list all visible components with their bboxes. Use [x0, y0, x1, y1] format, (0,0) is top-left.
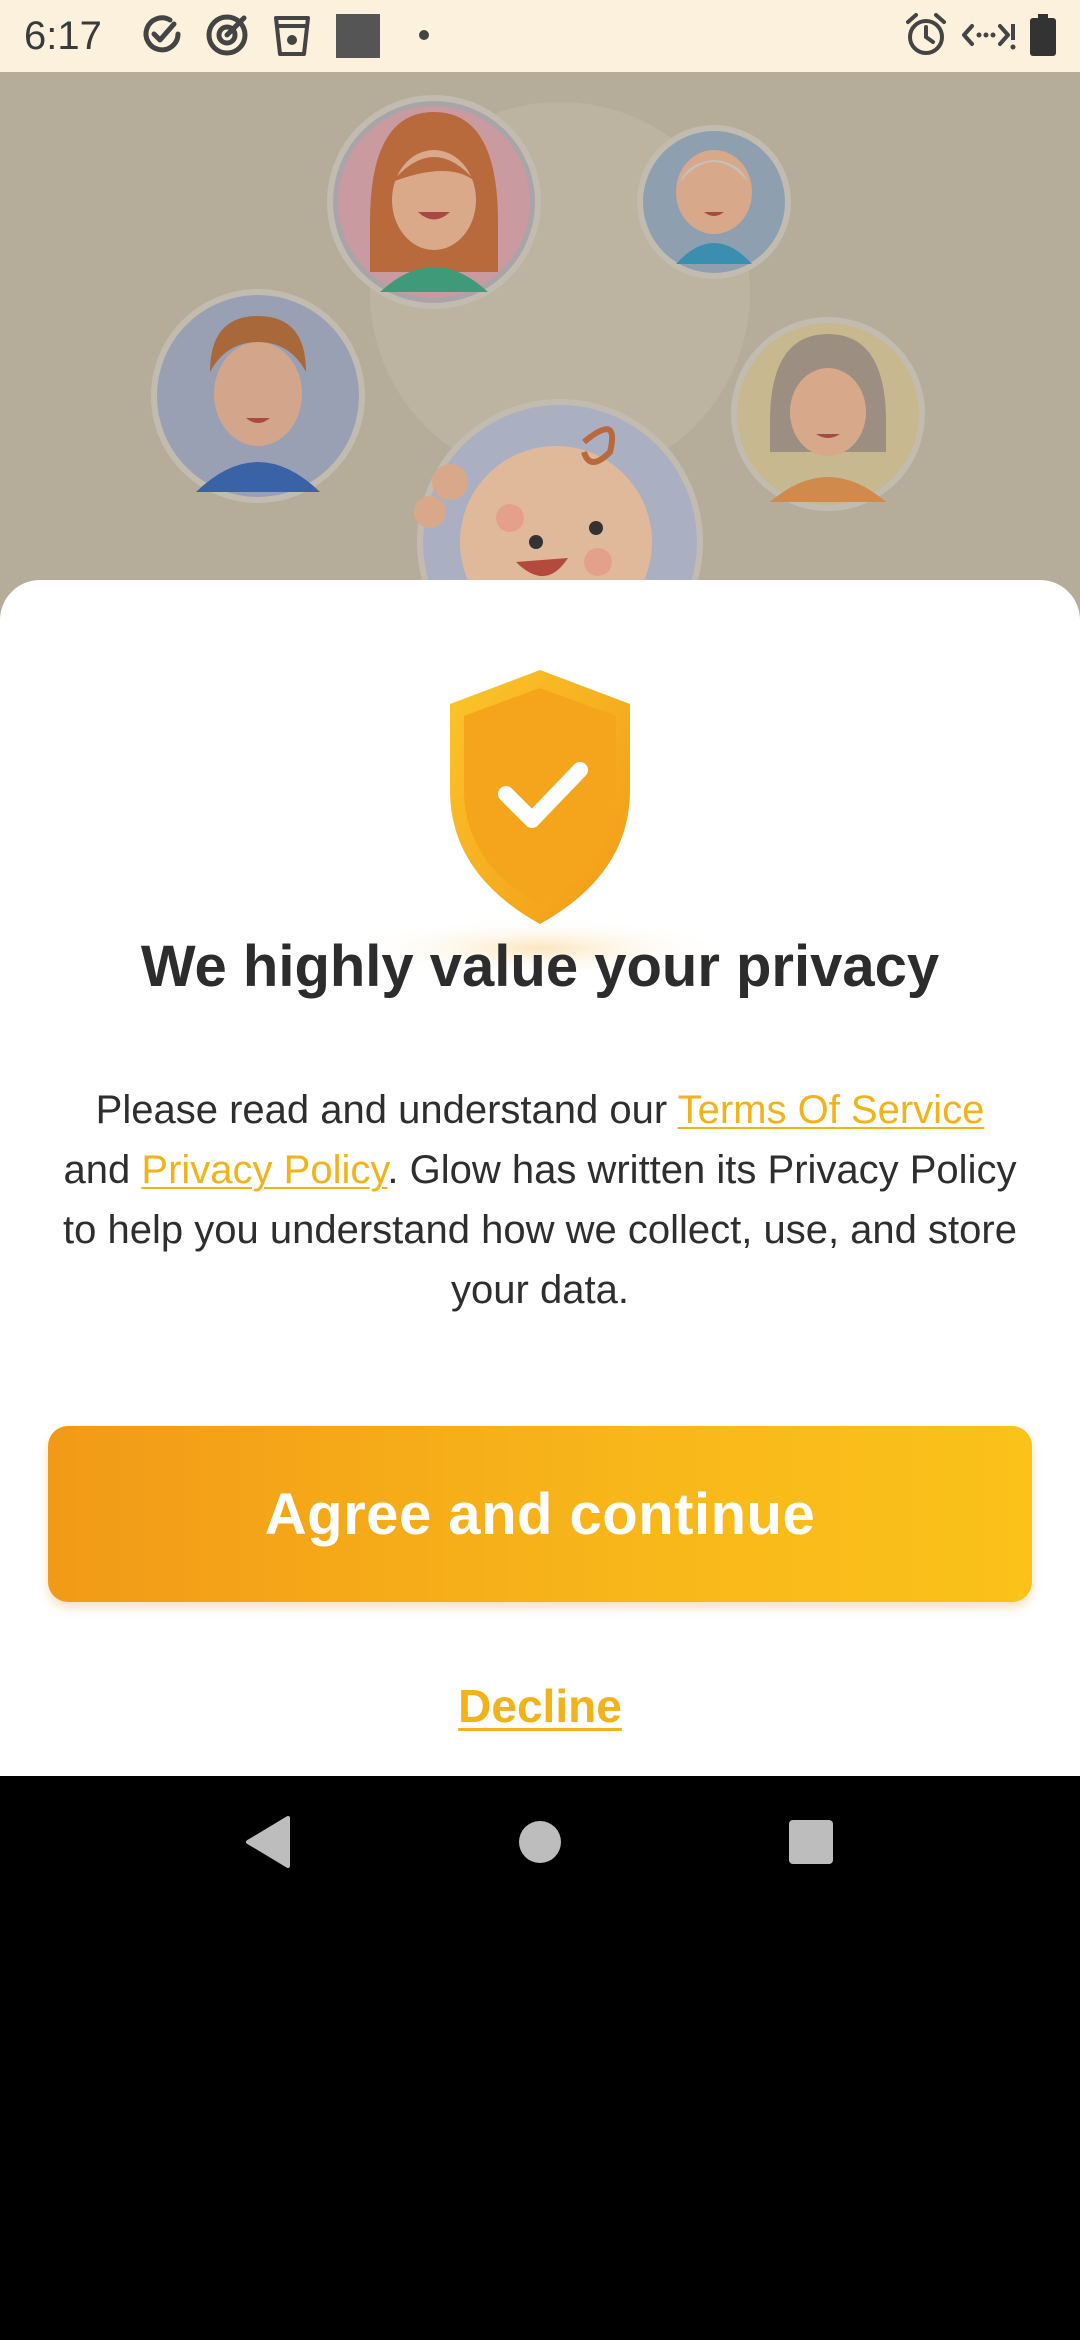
alarm-icon — [904, 12, 948, 63]
recents-icon[interactable] — [788, 1816, 834, 1873]
agree-and-continue-button[interactable]: Agree and continue — [48, 1426, 1032, 1602]
privacy-policy-link[interactable]: Privacy Policy — [141, 1148, 387, 1192]
target-check-icon — [204, 12, 250, 63]
terms-of-service-link[interactable]: Terms Of Service — [678, 1088, 985, 1132]
notification-dot-icon — [418, 28, 430, 46]
woman-avatar-icon — [327, 95, 541, 309]
description-intro: Please read and understand our — [95, 1088, 678, 1132]
page-title: We highly value your privacy — [140, 934, 940, 999]
battery-icon — [1030, 14, 1056, 61]
square-app-icon — [336, 14, 380, 63]
data-saver-icon — [960, 12, 1016, 63]
grandmother-avatar-icon — [731, 317, 925, 511]
home-icon[interactable] — [518, 1816, 562, 1873]
status-time: 6:17 — [24, 14, 102, 58]
man-avatar-icon — [151, 289, 365, 503]
navigation-bar — [0, 1776, 1080, 1916]
agree-button-label: Agree and continue — [264, 1481, 816, 1547]
cup-icon — [272, 12, 312, 63]
status-bar: 6:17 — [0, 0, 1080, 72]
grandfather-avatar-icon — [637, 125, 791, 279]
family-illustration — [0, 72, 1080, 632]
privacy-sheet: We highly value your privacy Please read… — [0, 580, 1080, 1776]
decline-button[interactable]: Decline — [340, 1666, 740, 1746]
back-icon[interactable] — [244, 1816, 292, 1873]
privacy-description: Please read and understand our Terms Of … — [60, 1080, 1020, 1320]
description-and: and — [63, 1148, 142, 1192]
shield-check-icon — [330, 670, 750, 978]
task-check-icon — [140, 12, 184, 61]
